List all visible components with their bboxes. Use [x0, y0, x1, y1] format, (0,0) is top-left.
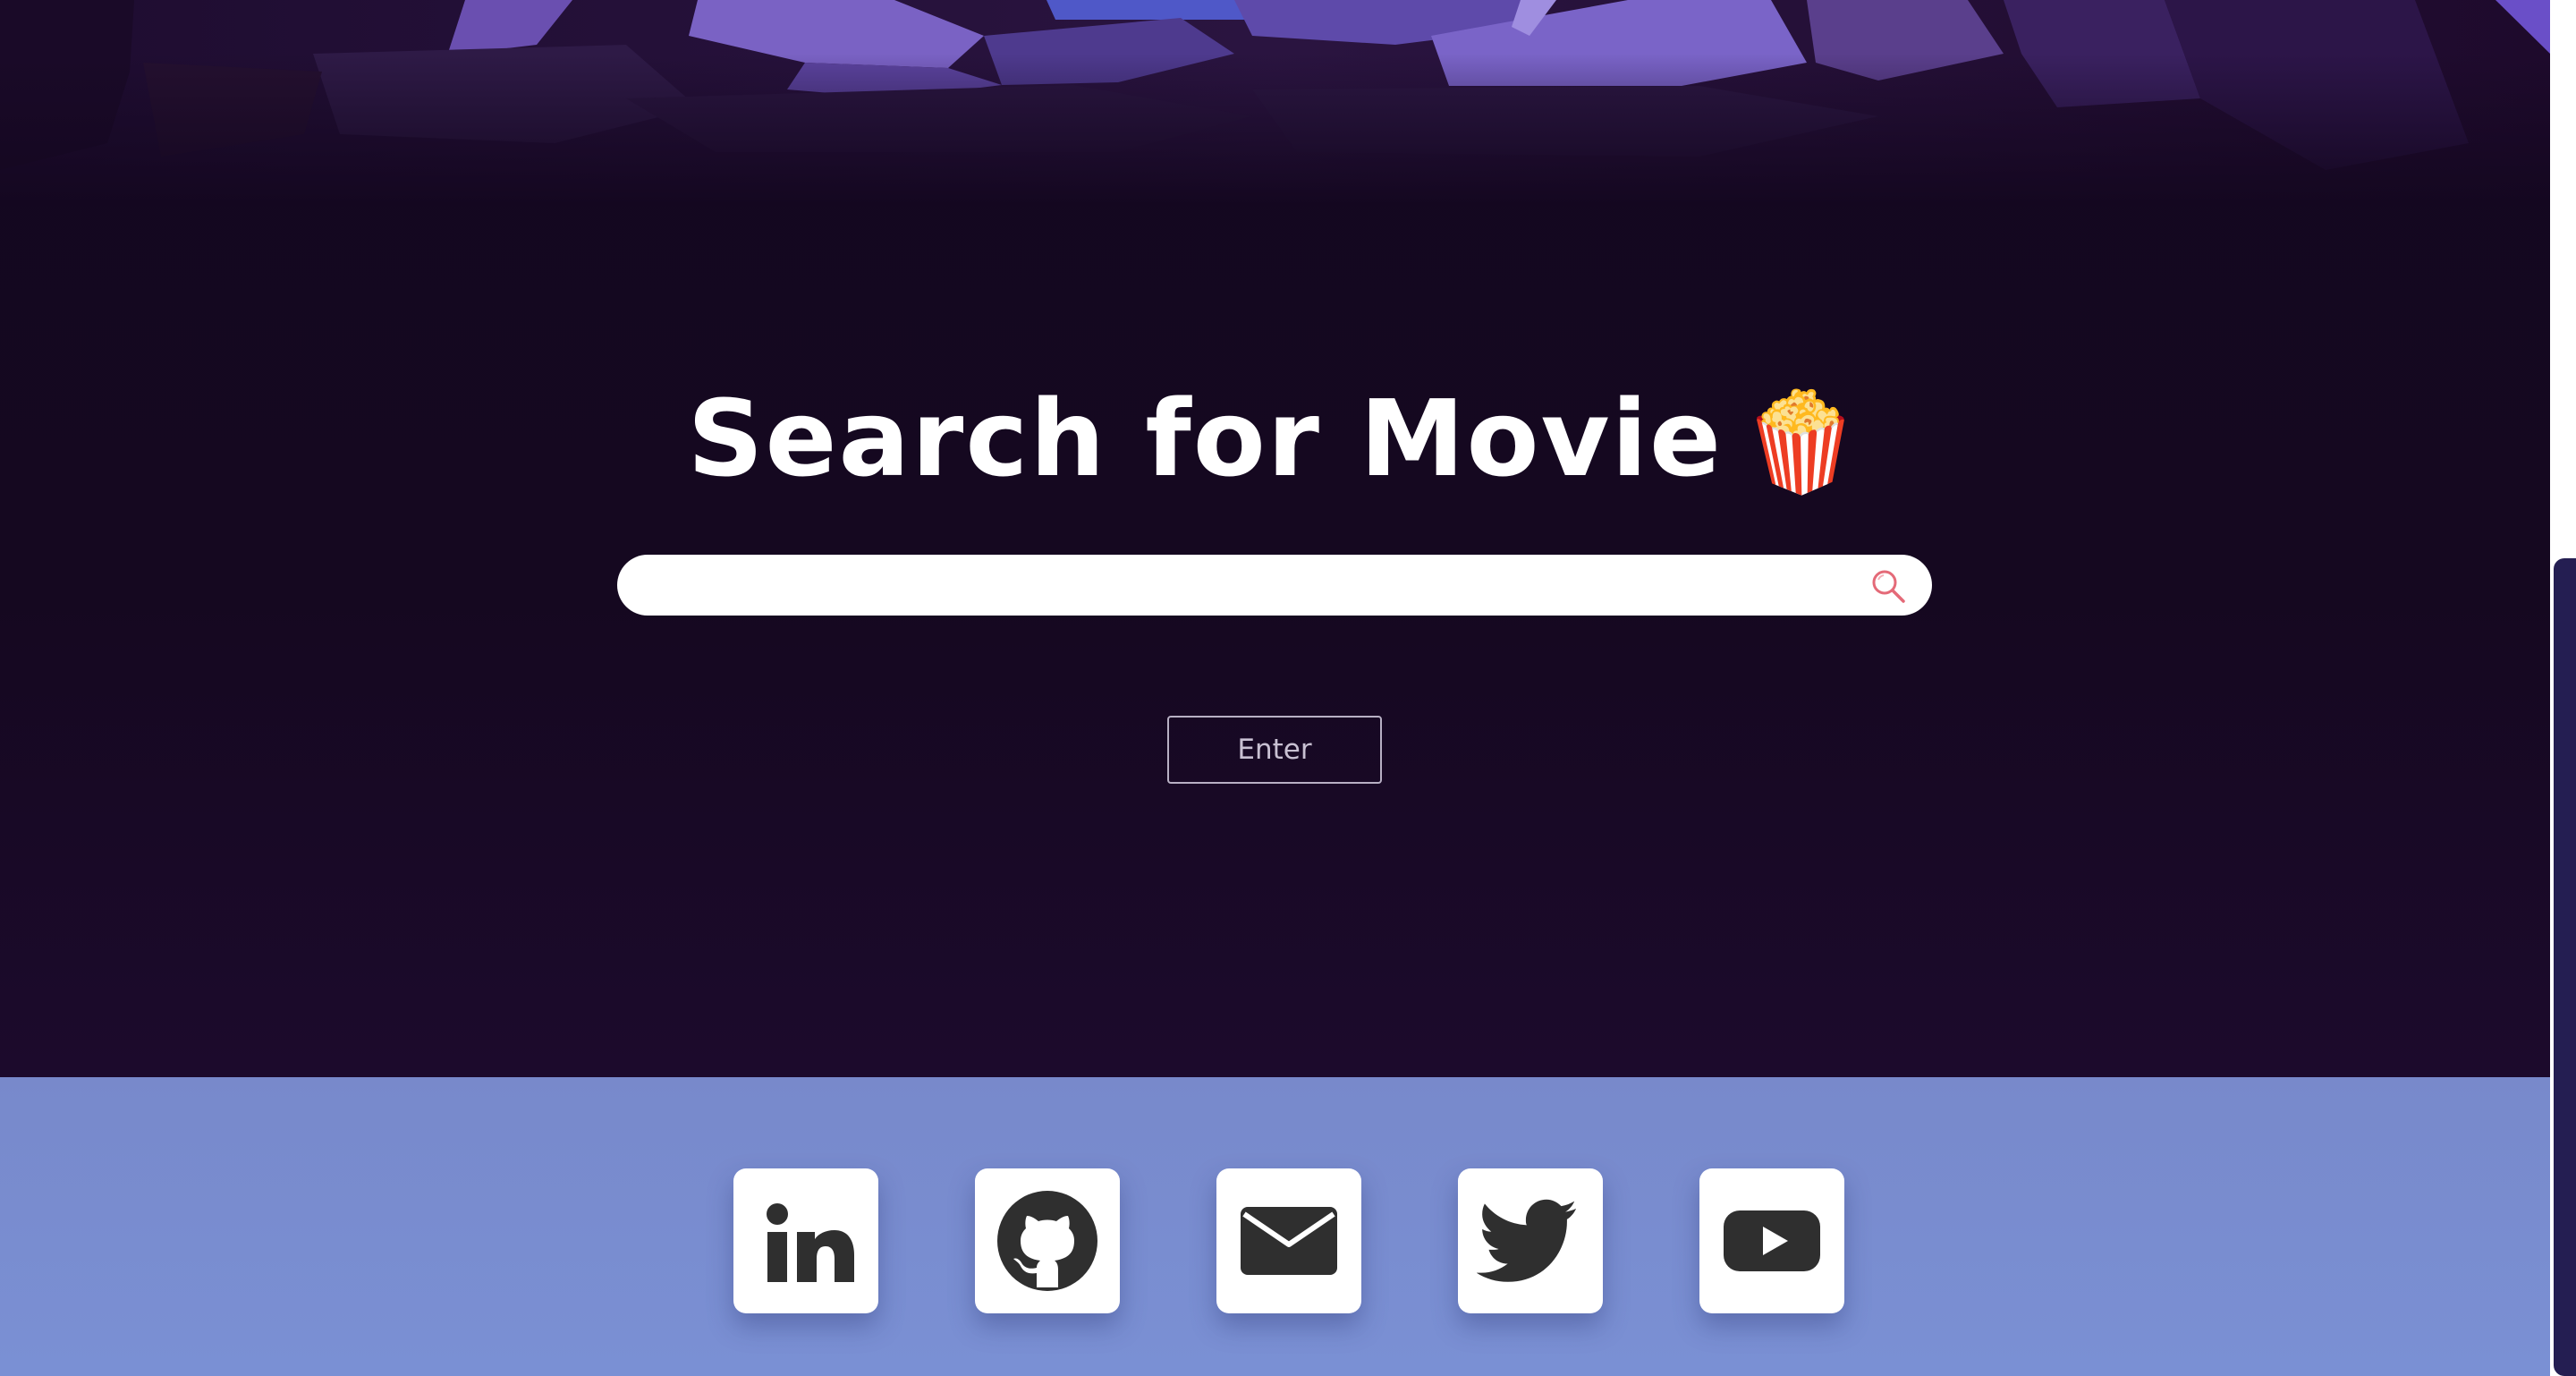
popcorn-icon: 🍿 [1740, 386, 1863, 498]
search-bar [617, 555, 1932, 616]
search-container: Search for Movie 🍿 Enter [0, 0, 2550, 1077]
enter-button[interactable]: Enter [1167, 716, 1382, 784]
linkedin-icon [767, 1203, 854, 1282]
linkedin-button[interactable] [733, 1168, 878, 1313]
twitter-button[interactable] [1458, 1168, 1603, 1313]
hero-section: Search for Movie 🍿 Enter [0, 0, 2550, 1077]
github-button[interactable] [975, 1168, 1120, 1313]
page: Search for Movie 🍿 Enter [0, 0, 2576, 1376]
envelope-icon [1241, 1207, 1337, 1275]
scrollbar-thumb[interactable] [2554, 558, 2576, 1376]
youtube-icon [1724, 1210, 1820, 1271]
github-icon [997, 1191, 1097, 1291]
page-title-text: Search for Movie [687, 377, 1723, 500]
search-input[interactable] [644, 555, 1825, 616]
search-icon[interactable] [1869, 567, 1907, 605]
email-button[interactable] [1216, 1168, 1361, 1313]
twitter-icon [1477, 1199, 1577, 1282]
footer [0, 1077, 2550, 1376]
page-title: Search for Movie 🍿 [0, 376, 2550, 505]
youtube-button[interactable] [1699, 1168, 1844, 1313]
